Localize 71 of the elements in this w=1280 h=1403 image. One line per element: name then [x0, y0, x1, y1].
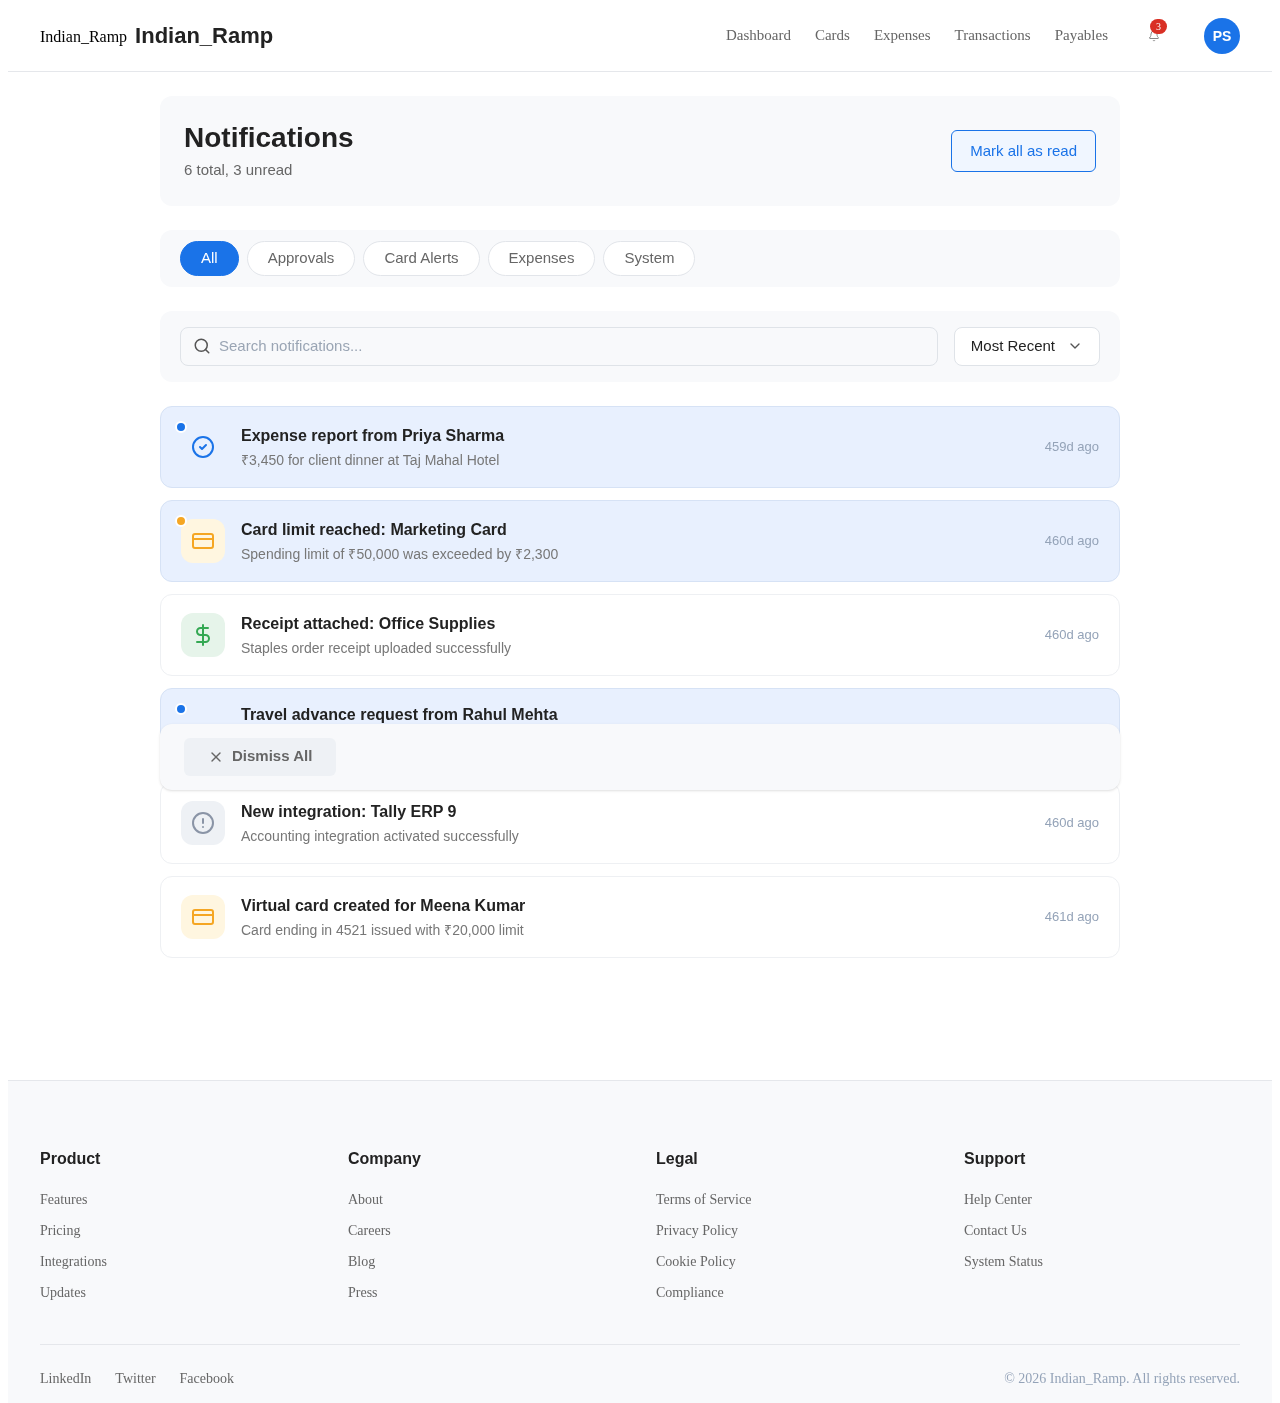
notification-badge: 3	[1150, 18, 1167, 34]
footer-link[interactable]: About	[348, 1191, 383, 1207]
page-subtitle: 6 total, 3 unread	[184, 160, 294, 180]
nav-link[interactable]: Cards	[814, 24, 850, 47]
footer-link[interactable]: Terms of Service	[656, 1191, 752, 1207]
footer-link[interactable]: Compliance	[656, 1284, 724, 1300]
footer-link[interactable]: Contact Us	[964, 1222, 1027, 1238]
sort-dropdown[interactable]: Most Recent	[953, 326, 1100, 366]
notification-title: Receipt attached: Office Supplies	[241, 613, 497, 634]
footer-link[interactable]: Press	[348, 1284, 378, 1300]
notification-title: Travel advance request from Rahul Mehta	[241, 704, 559, 725]
notification-description: Card ending in 4521 issued with ₹20,000 limit	[241, 920, 525, 940]
notification-card[interactable]: Card limit reached: Marketing Card Spending limit of ₹50,000 was exceeded by ₹2,300 460d ago	[160, 499, 1120, 582]
card-icon	[181, 894, 225, 939]
notification-time: 461d ago	[1044, 907, 1099, 926]
notification-description: ₹3,450 for client dinner at Taj Mahal Hotel	[241, 450, 501, 470]
check-circle-icon	[191, 434, 215, 459]
mark-all-read-button[interactable]: Mark all as read	[951, 129, 1096, 172]
notification-description: Accounting integration activated successfully	[241, 826, 520, 846]
social-link[interactable]: Twitter	[115, 1368, 156, 1389]
footer-link[interactable]: Help Center	[964, 1191, 1033, 1207]
footer-link[interactable]: Privacy Policy	[656, 1222, 739, 1238]
user-avatar[interactable]: PS	[1204, 17, 1240, 54]
card-icon	[181, 518, 225, 563]
notification-card[interactable]: Expense report from Priya Sharma ₹3,450 for client dinner at Taj Mahal Hotel 459d ago	[160, 405, 1120, 488]
social-link[interactable]: LinkedIn	[40, 1368, 92, 1389]
footer-link[interactable]: System Status	[964, 1253, 1043, 1269]
notification-title: Expense report from Priya Sharma	[241, 425, 506, 446]
footer-link[interactable]: Pricing	[40, 1222, 81, 1238]
dollar-icon	[181, 612, 225, 657]
notification-description: Staples order receipt uploaded successfully	[241, 638, 513, 658]
nav-link[interactable]: Expenses	[873, 24, 931, 47]
notification-time: 460d ago	[1044, 625, 1099, 644]
search-input[interactable]: Search notifications...	[219, 334, 925, 358]
footer-link[interactable]: Careers	[348, 1222, 391, 1238]
filter-tab[interactable]: Expenses	[487, 240, 596, 276]
footer-link[interactable]: Cookie Policy	[656, 1253, 736, 1269]
nav-link[interactable]: Transactions	[954, 24, 1031, 47]
notification-card[interactable]: Receipt attached: Office Supplies Staples order receipt uploaded successfully 460d ago	[160, 593, 1120, 676]
nav-link[interactable]: Payables	[1054, 24, 1108, 47]
broken-logo-image: Indian_Ramp	[40, 27, 128, 48]
notification-description: Spending limit of ₹50,000 was exceeded by ₹2,300	[241, 544, 560, 564]
notification-time: 460d ago	[1044, 813, 1099, 832]
footer-link[interactable]: Blog	[348, 1253, 376, 1269]
bell-icon[interactable]	[1148, 29, 1160, 42]
notification-title: Card limit reached: Marketing Card	[241, 519, 508, 540]
notification-title: New integration: Tally ERP 9	[241, 801, 458, 822]
dismiss-all-button[interactable]: Dismiss All	[184, 737, 337, 776]
social-link[interactable]: Facebook	[179, 1368, 234, 1389]
brand-name: Indian_Ramp	[135, 22, 274, 50]
page-title: Notifications	[184, 121, 354, 155]
filter-tab[interactable]: All	[180, 240, 239, 276]
footer-link[interactable]: Integrations	[40, 1253, 107, 1269]
search-field[interactable]: Search notifications...	[180, 326, 938, 366]
filter-tab[interactable]: Approvals	[246, 240, 356, 276]
footer-heading: Company	[348, 1148, 422, 1169]
search-icon	[193, 337, 211, 355]
notification-title: Virtual card created for Meena Kumar	[241, 895, 527, 916]
filter-tab[interactable]: System	[603, 240, 696, 276]
nav-link[interactable]: Dashboard	[725, 24, 791, 47]
footer-link[interactable]: Features	[40, 1191, 88, 1207]
filter-tab[interactable]: Card Alerts	[363, 240, 480, 276]
footer-heading: Legal	[656, 1148, 699, 1169]
footer-heading: Support	[964, 1148, 1027, 1169]
notification-time: 459d ago	[1044, 437, 1099, 456]
alert-icon	[181, 800, 225, 845]
notification-card[interactable]: Virtual card created for Meena Kumar Card ending in 4521 issued with ₹20,000 limit 461d ago	[160, 875, 1120, 958]
copyright-text: © 2026 Indian_Ramp. All rights reserved.	[1004, 1369, 1240, 1388]
footer-heading: Product	[40, 1148, 102, 1169]
notification-time: 460d ago	[1044, 531, 1099, 550]
footer-link[interactable]: Updates	[40, 1284, 86, 1300]
